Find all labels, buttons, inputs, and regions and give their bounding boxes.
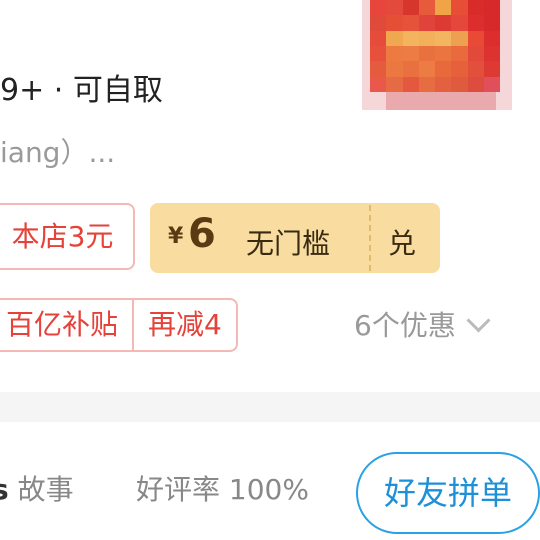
tab-story[interactable]: s 故事 — [0, 470, 74, 510]
tab-partial-label: s — [0, 473, 9, 506]
coupon-redeem-button[interactable]: 兑 — [388, 222, 416, 262]
offers-label: 6个优惠 — [354, 309, 456, 342]
pixelated-thumbnail — [370, 0, 500, 92]
coupon-card[interactable]: ¥ 6 无门槛 兑 — [150, 203, 440, 273]
coupon-amount: 6 — [188, 211, 216, 257]
coupon-divider — [369, 205, 371, 271]
subsidy-tag[interactable]: 百亿补贴 再减4 — [0, 298, 238, 352]
coupon-condition: 无门槛 — [246, 227, 331, 260]
coupon-currency: ¥ — [168, 224, 184, 249]
store-discount-tag[interactable]: 本店3元 — [0, 203, 135, 270]
shop-address[interactable]: iang）... — [0, 133, 115, 173]
thumbnail-shadow — [386, 92, 496, 110]
chevron-down-icon — [466, 308, 491, 333]
group-buy-button[interactable]: 好友拼单 — [356, 452, 540, 534]
shop-meta: 9+ · 可自取 — [0, 73, 163, 108]
section-divider — [0, 392, 540, 422]
positive-rating: 好评率 100% — [136, 473, 309, 506]
subsidy-label: 百亿补贴 — [6, 308, 119, 341]
offers-dropdown[interactable]: 6个优惠 — [354, 306, 491, 346]
tab-story-label: 故事 — [17, 473, 74, 506]
store-thumbnail-image[interactable] — [362, 0, 512, 110]
extra-discount-label: 再减4 — [148, 308, 222, 341]
store-detail-page: 9+ · 可自取 iang）... 本店3元 ¥ 6 无门槛 兑 百亿补贴 再减… — [0, 0, 540, 540]
